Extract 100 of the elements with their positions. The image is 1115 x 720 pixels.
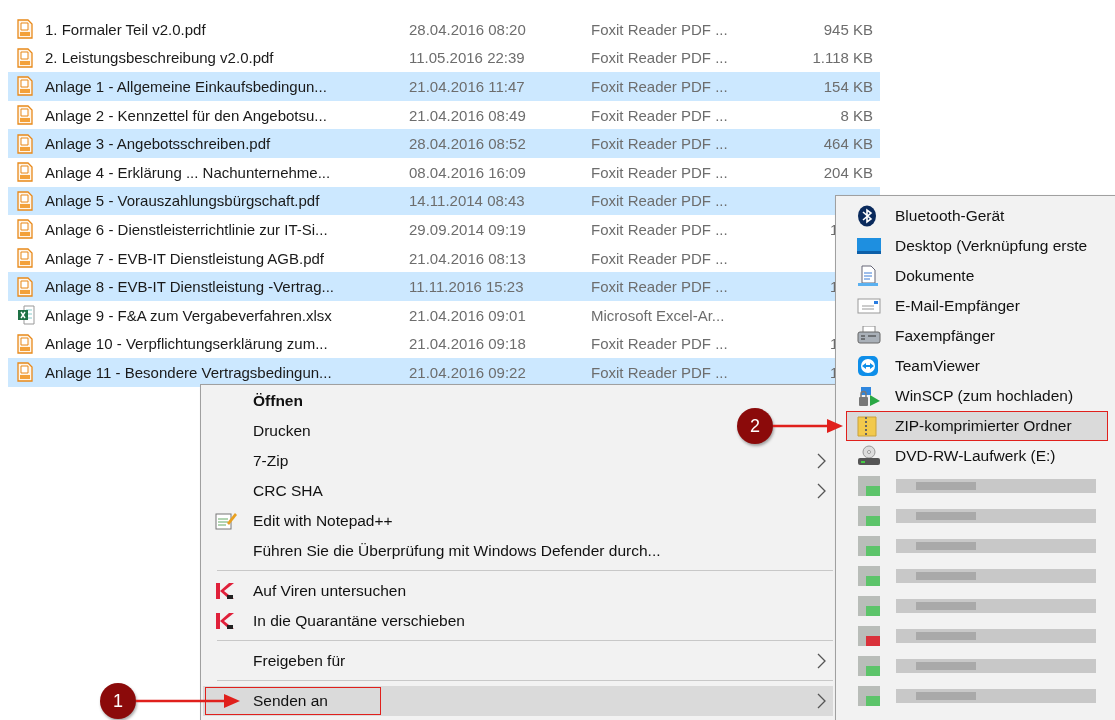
desktop-icon (857, 237, 881, 255)
antivirus-icon (215, 582, 235, 600)
file-date: 28.04.2016 08:52 (409, 135, 527, 153)
mail-icon (857, 298, 881, 314)
pdf-file-icon (17, 362, 33, 383)
file-date: 21.04.2016 09:01 (409, 306, 527, 324)
file-type: Foxit Reader PDF ... (591, 163, 729, 181)
file-date: 21.04.2016 09:18 (409, 335, 527, 353)
file-name: Anlage 5 - Vorauszahlungsbürgschaft.pdf (44, 192, 321, 210)
menu-item[interactable]: Auf Viren untersuchen (203, 576, 415, 606)
pdf-file-icon (17, 76, 33, 97)
pixelated-app-icon (858, 506, 880, 526)
pdf-file-icon (17, 219, 33, 240)
menu-item[interactable]: In die Quarantäne verschieben (203, 606, 473, 636)
file-name: Anlage 10 - Verpflichtungserklärung zum... (44, 335, 329, 353)
arrow (773, 419, 843, 433)
file-name: Anlage 7 - EVB-IT Dienstleistung AGB.pdf (44, 249, 326, 267)
file-type: Foxit Reader PDF ... (591, 20, 729, 38)
pdf-file-icon (17, 333, 33, 354)
pixelated-app-icon (858, 626, 880, 646)
pdf-file-icon (17, 105, 33, 126)
teamviewer-icon (857, 355, 879, 377)
file-size: 204 KB (823, 163, 873, 181)
menu-item[interactable]: Freigeben für (203, 646, 833, 676)
step-badge: 1 (100, 683, 136, 719)
file-row[interactable]: 1. Formaler Teil v2.0.pdf 28.04.2016 08:20 Foxit Reader PDF ... 945 KB (8, 15, 880, 44)
file-name: 2. Leistungsbeschreibung v2.0.pdf (44, 49, 275, 67)
file-size: 8 KB (840, 106, 873, 124)
menu-item[interactable]: DVD-RW-Laufwerk (E:) (846, 441, 1108, 471)
file-name: Anlage 2 - Kennzettel für den Angebotsu... (44, 106, 328, 124)
file-date: 11.11.2016 15:23 (409, 278, 525, 296)
pdf-file-icon (17, 248, 33, 269)
file-date: 14.11.2014 08:43 (409, 192, 526, 210)
zipped-folder-icon (857, 415, 877, 437)
file-type: Foxit Reader PDF ... (591, 78, 729, 95)
file-type: Foxit Reader PDF ... (591, 49, 729, 67)
pdf-file-icon (17, 133, 33, 154)
pdf-file-icon (17, 190, 33, 211)
menu-item[interactable]: 7-Zip (203, 446, 833, 476)
disc-drive-icon (857, 445, 881, 467)
menu-item[interactable]: Öffnen (203, 386, 311, 416)
file-date: 21.04.2016 11:47 (409, 78, 526, 95)
pixelated-app-icon (858, 686, 880, 706)
file-date: 08.04.2016 16:09 (409, 163, 527, 181)
document-icon (857, 265, 879, 287)
file-row[interactable]: Anlage 3 - Angebotsschreiben.pdf 28.04.2016 08:52 Foxit Reader PDF ... 464 KB (8, 129, 880, 158)
pixelated-app-icon (858, 566, 880, 586)
winscp-icon (857, 385, 881, 407)
notepad-icon (215, 511, 237, 531)
menu-item[interactable]: Senden an (203, 686, 833, 716)
fax-icon (857, 326, 881, 346)
pixelated-app-icon (858, 476, 880, 496)
file-type: Foxit Reader PDF ... (591, 249, 729, 267)
file-type: Foxit Reader PDF ... (591, 220, 729, 238)
menu-item[interactable]: Führen Sie die Überprüfung mit Windows Defender durch... (203, 536, 669, 566)
file-row[interactable]: Anlage 1 - Allgemeine Einkaufsbedingun... 21.04.2016 11:47 Foxit Reader PDF ... 154 KB (8, 72, 880, 101)
pdf-file-icon (17, 47, 33, 68)
file-type: Foxit Reader PDF ... (591, 363, 729, 381)
file-type: Foxit Reader PDF ... (591, 335, 729, 353)
pdf-file-icon (17, 19, 33, 40)
pixelated-app-icon (858, 596, 880, 616)
file-name: Anlage 11 - Besondere Vertragsbedingun... (44, 363, 333, 381)
file-date: 21.04.2016 08:49 (409, 106, 527, 124)
menu-item[interactable]: ZIP-komprimierter Ordner (846, 411, 1108, 441)
menu-item[interactable]: Faxempfänger (846, 321, 1108, 351)
file-type: Foxit Reader PDF ... (591, 106, 729, 124)
file-date: 11.05.2016 22:39 (409, 49, 526, 67)
file-size: 945 KB (823, 20, 873, 38)
antivirus-icon (215, 612, 235, 630)
file-name: Anlage 1 - Allgemeine Einkaufsbedingun... (44, 78, 328, 95)
file-type: Foxit Reader PDF ... (591, 192, 729, 210)
file-name: Anlage 9 - F&A zum Vergabeverfahren.xlsx (44, 306, 333, 324)
file-name: 1. Formaler Teil v2.0.pdf (44, 20, 207, 38)
file-row[interactable]: 2. Leistungsbeschreibung v2.0.pdf 11.05.2016 22:39 Foxit Reader PDF ... 1.118 KB (8, 43, 880, 73)
file-type: Foxit Reader PDF ... (591, 278, 729, 296)
menu-item[interactable]: CRC SHA (203, 476, 833, 506)
pdf-file-icon (17, 162, 33, 183)
menu-item[interactable]: Edit with Notepad++ (203, 506, 401, 536)
pdf-file-icon (17, 276, 33, 297)
file-date: 21.04.2016 08:13 (409, 249, 527, 267)
pixelated-app-icon (858, 536, 880, 556)
file-row[interactable]: Anlage 5 - Vorauszahlungsbürgschaft.pdf 14.11.2014 08:43 Foxit Reader PDF ... (8, 186, 880, 216)
file-row[interactable]: Anlage 4 - Erklärung ... Nachunternehme... 08.04.2016 16:09 Foxit Reader PDF ... 204 KB (8, 157, 880, 187)
file-row[interactable]: Anlage 2 - Kennzettel für den Angebotsu... 21.04.2016 08:49 Foxit Reader PDF ... 8 KB (8, 100, 880, 130)
menu-item[interactable]: Drucken (203, 416, 319, 446)
file-name: Anlage 8 - EVB-IT Dienstleistung -Vertrag... (44, 278, 336, 296)
file-size: 1.118 KB (812, 49, 873, 67)
file-type: Foxit Reader PDF ... (591, 135, 729, 153)
file-date: 28.04.2016 08:20 (409, 20, 527, 38)
bluetooth-icon (857, 205, 877, 227)
file-size: 154 KB (823, 78, 873, 95)
pixelated-app-icon (858, 656, 880, 676)
file-date: 29.09.2014 09:19 (409, 220, 527, 238)
file-name: Anlage 6 - Dienstleisterrichtlinie zur IT-Si... (44, 220, 329, 238)
menu-item[interactable]: Desktop (Verknüpfung erste (846, 231, 1108, 261)
file-size: 464 KB (823, 135, 873, 153)
file-type: Microsoft Excel-Ar... (591, 306, 726, 324)
file-name: Anlage 4 - Erklärung ... Nachunternehme... (44, 163, 332, 181)
file-date: 21.04.2016 09:22 (409, 363, 527, 381)
spreadsheet-file-icon (17, 305, 37, 326)
